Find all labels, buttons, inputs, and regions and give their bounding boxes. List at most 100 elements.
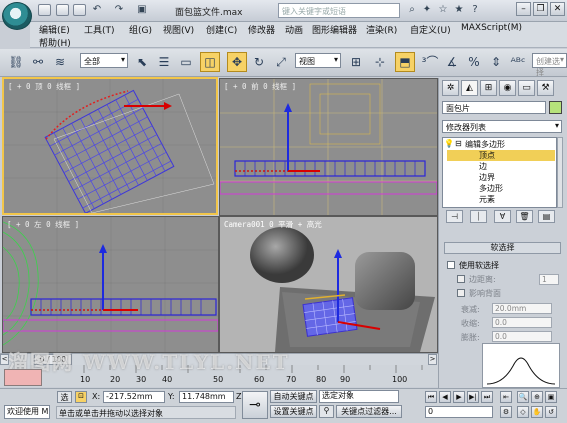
field-of-view-icon[interactable]: ◇ (517, 406, 529, 418)
object-color-swatch[interactable] (549, 101, 562, 114)
viewport-camera-label[interactable]: Camera001 0 平滑 + 高光 (224, 219, 322, 230)
key-filters-button[interactable]: 关键点过滤器... (336, 405, 402, 418)
pinch-spinner[interactable]: 0.0 (492, 317, 552, 328)
project-folder-icon[interactable]: ▣ (135, 4, 149, 17)
viewport-front-label[interactable]: [ + 0 前 0 线框 ] (224, 81, 296, 92)
hierarchy-tab-icon[interactable]: ⊞ (480, 80, 497, 96)
show-end-result-icon[interactable]: ⏐ (470, 210, 487, 223)
menu-tools[interactable]: 工具(T) (84, 23, 115, 36)
absolute-mode-icon[interactable]: ⊡ (75, 391, 87, 403)
remove-modifier-icon[interactable]: 🗑 (516, 210, 533, 223)
menu-views[interactable]: 视图(V) (163, 23, 194, 36)
undo-icon[interactable]: ↶ (90, 4, 104, 17)
next-frame-icon[interactable]: ▶| (467, 391, 479, 403)
lightbulb-icon[interactable]: 💡 (444, 139, 454, 148)
x-coordinate-field[interactable]: -217.52mm (103, 391, 165, 403)
falloff-spinner[interactable]: 20.0mm (492, 303, 552, 314)
select-and-rotate-icon[interactable]: ↻ (249, 52, 269, 72)
minimize-button[interactable]: – (516, 2, 531, 16)
menu-animation[interactable]: 动画 (285, 23, 303, 36)
auto-key-button[interactable]: 自动关键点 (270, 390, 317, 403)
orbit-icon[interactable]: ↺ (545, 406, 557, 418)
subscription-icon[interactable]: ✦ (420, 4, 434, 17)
viewport-camera[interactable]: Camera001 0 平滑 + 高光 (219, 216, 438, 353)
help-icon[interactable]: ? (468, 4, 482, 17)
use-soft-selection-checkbox[interactable] (447, 261, 455, 269)
close-button[interactable]: ✕ (550, 2, 565, 16)
play-icon[interactable]: ▶ (453, 391, 465, 403)
stack-item-edge[interactable]: 边 (479, 161, 487, 172)
modifier-list-dropdown[interactable]: 修改器列表 (442, 120, 562, 133)
set-key-button[interactable]: 设置关键点 (270, 405, 317, 418)
select-and-link-icon[interactable]: ⛓ (6, 52, 26, 72)
stack-item-vertex[interactable]: 顶点 (447, 150, 555, 161)
viewport-top[interactable]: [ + 0 顶 0 线框 ] (2, 77, 218, 215)
new-file-icon[interactable] (38, 4, 51, 16)
select-manipulate-icon[interactable]: ⊹ (370, 52, 390, 72)
go-to-start-icon[interactable]: ⏮ (425, 391, 437, 403)
utilities-tab-icon[interactable]: ⚒ (537, 80, 554, 96)
go-to-end-icon[interactable]: ⏭ (481, 391, 493, 403)
script-listener-field[interactable]: 欢迎使用 M (4, 405, 50, 419)
spinner-snap-icon[interactable]: ⇕ (486, 52, 506, 72)
modify-tab-icon[interactable]: ◭ (461, 80, 478, 96)
snaps-toggle-icon[interactable]: ³⌒ (420, 52, 440, 72)
open-file-icon[interactable] (56, 4, 69, 16)
angle-snap-icon[interactable]: ∡ (442, 52, 462, 72)
select-by-name-icon[interactable]: ☰ (154, 52, 174, 72)
viewport-top-label[interactable]: [ + 0 顶 0 线框 ] (8, 81, 80, 92)
app-logo-icon[interactable] (2, 2, 32, 30)
time-next-icon[interactable]: > (428, 354, 437, 365)
stack-item-border[interactable]: 边界 (479, 172, 495, 183)
menu-maxscript[interactable]: MAXScript(M) (461, 23, 522, 33)
menu-modifiers[interactable]: 修改器 (248, 23, 275, 36)
soft-selection-rollout-header[interactable]: 软选择 (444, 242, 561, 254)
viewport-front[interactable]: [ + 0 前 0 线框 ] (219, 78, 438, 216)
maxscript-mini-listener[interactable] (4, 369, 42, 386)
favorites-icon[interactable]: ★ (452, 4, 466, 17)
y-coordinate-field[interactable]: 11.748mm (179, 391, 234, 403)
stack-scrollbar[interactable] (557, 137, 563, 208)
key-filter-icon[interactable]: ⚲ (319, 405, 334, 418)
named-selection-dropdown[interactable]: 创建选择 (532, 53, 567, 77)
rect-selection-icon[interactable]: ▭ (176, 52, 196, 72)
object-name-field[interactable]: 面包片 (442, 101, 546, 114)
configure-sets-icon[interactable]: ▤ (538, 210, 555, 223)
previous-frame-icon[interactable]: ◀ (439, 391, 451, 403)
viewport-left[interactable]: [ + 0 左 0 线框 ] (2, 216, 219, 353)
menu-rendering[interactable]: 渲染(R) (366, 23, 397, 36)
current-frame-field[interactable]: 0 (425, 406, 493, 418)
search-icon[interactable]: ⌕ (405, 4, 419, 17)
unlink-icon[interactable]: ⚯ (28, 52, 48, 72)
collapse-toggle-icon[interactable]: ⊟ (455, 139, 462, 148)
edge-distance-checkbox[interactable] (457, 275, 465, 283)
window-crossing-icon[interactable]: ◫ (200, 52, 220, 72)
create-tab-icon[interactable]: ✲ (442, 80, 459, 96)
search-input[interactable]: 键入关键字或短语 (278, 3, 400, 18)
zoom-extents-icon[interactable]: ▣ (545, 391, 557, 403)
zoom-icon[interactable]: 🔍 (517, 391, 529, 403)
selection-filter-dropdown[interactable]: 全部 (80, 53, 128, 68)
make-unique-icon[interactable]: ∀ (494, 210, 511, 223)
reference-coord-dropdown[interactable]: 视图 (295, 53, 341, 68)
bubble-spinner[interactable]: 0.0 (492, 331, 552, 342)
keyboard-shortcut-override-icon[interactable]: ⬒ (395, 52, 415, 72)
menu-group[interactable]: 组(G) (129, 23, 152, 36)
redo-icon[interactable]: ↷ (112, 4, 126, 17)
edit-named-selection-icon[interactable]: ᴬᴮᶜ (508, 52, 528, 72)
stack-item-edit-poly[interactable]: 编辑多边形 (465, 139, 505, 150)
menu-graph-editors[interactable]: 图形编辑器 (312, 23, 357, 36)
viewport-left-label[interactable]: [ + 0 左 0 线框 ] (7, 219, 79, 230)
pin-stack-icon[interactable]: ⊣ (446, 210, 463, 223)
key-mode-toggle-icon[interactable]: ⇤ (500, 391, 512, 403)
stack-item-element[interactable]: 元素 (479, 194, 495, 205)
zoom-all-icon[interactable]: ⊕ (531, 391, 543, 403)
save-file-icon[interactable] (73, 4, 86, 16)
communication-center-icon[interactable]: ☆ (436, 4, 450, 17)
menu-help[interactable]: 帮助(H) (39, 36, 71, 49)
pan-view-icon[interactable]: ✋ (531, 406, 543, 418)
key-mode-dropdown[interactable]: 选定对象 (319, 390, 399, 403)
key-icon[interactable]: ⊸ (242, 391, 268, 419)
select-object-icon[interactable]: ⬉ (132, 52, 152, 72)
menu-create[interactable]: 创建(C) (206, 23, 237, 36)
